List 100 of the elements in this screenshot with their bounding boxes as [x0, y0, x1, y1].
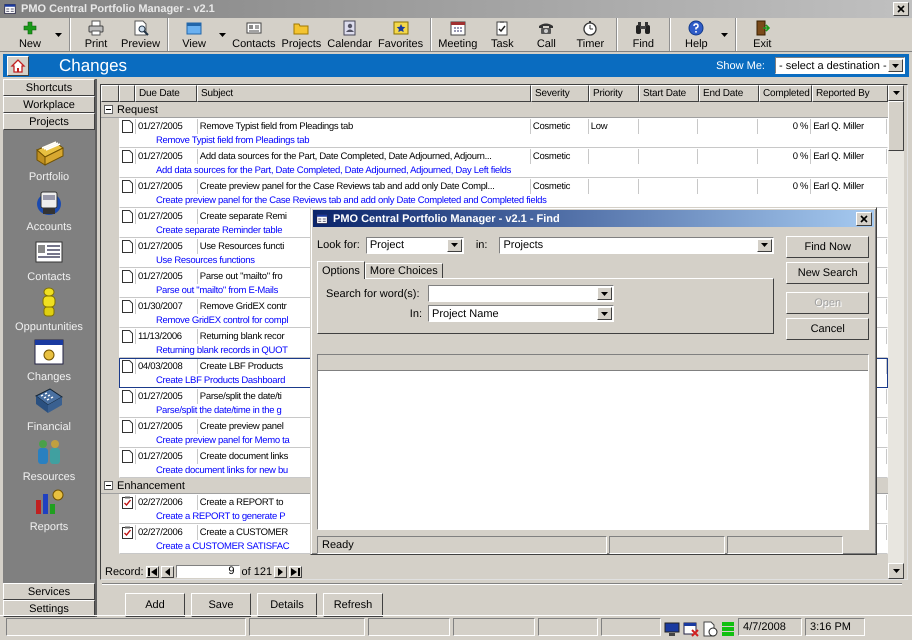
toolbar-button[interactable]: Meeting [435, 18, 480, 51]
dialog-status: Ready [317, 536, 607, 554]
tab[interactable]: Options [317, 261, 365, 280]
toolbar-button[interactable]: Timer [568, 18, 612, 51]
page-magnifier-icon [132, 20, 149, 36]
toolbar-button[interactable]: Favorites [374, 18, 426, 51]
home-button[interactable] [7, 56, 29, 76]
first-record-button[interactable] [146, 566, 159, 578]
caret-icon [721, 32, 728, 36]
description-link[interactable]: Create a REPORT to generate P [156, 510, 286, 523]
search-in-label: In: [408, 308, 422, 320]
document-clock-icon [702, 621, 718, 637]
scrollbar-thumb[interactable] [888, 101, 904, 151]
column-header[interactable]: Due Date [135, 85, 197, 102]
action-button[interactable]: Refresh [323, 593, 383, 617]
show-me-label: Show Me: [716, 60, 765, 72]
toolbar-button[interactable]: Exit [740, 18, 784, 51]
description-link[interactable]: Remove Typist field from Pleadings tab [156, 134, 310, 147]
toolbar-button[interactable]: Preview [118, 18, 164, 51]
toolbar-button[interactable]: Help [674, 18, 718, 51]
record-number-field[interactable]: 9 [176, 565, 240, 578]
dialog-button[interactable]: Find Now [786, 236, 869, 258]
tab[interactable]: More Choices [364, 263, 443, 278]
toolbar-button[interactable]: Contacts [229, 18, 279, 51]
help-icon [688, 20, 704, 36]
description-link[interactable]: Create LBF Products Dashboard [156, 374, 286, 387]
exit-door-icon [754, 20, 770, 36]
close-button[interactable] [893, 2, 909, 16]
table-cell: Cosmetic [532, 121, 570, 132]
column-header[interactable] [101, 85, 119, 102]
table-cell: Parse out "mailto" fro [200, 271, 282, 282]
toolbar-button[interactable]: New [8, 18, 52, 51]
sidebar-tab[interactable]: Workplace [3, 96, 95, 113]
sidebar-tab[interactable]: Shortcuts [3, 79, 95, 96]
toolbar-button[interactable]: Task [480, 18, 524, 51]
table-row[interactable]: 01/27/2005 Remove Typist field from Pleadings tab Cosmetic Low 0 % Earl Q. Miller Remove Typist field from Pleadings tab [119, 118, 888, 148]
previous-record-button[interactable] [160, 566, 174, 578]
collapse-icon[interactable] [104, 481, 113, 490]
column-header[interactable]: Start Date [639, 85, 699, 102]
toolbar-button[interactable]: Find [621, 18, 666, 51]
description-link[interactable]: Create preview panel for the Case Reviews tab and add only Date Completed and Completed fields [156, 194, 547, 207]
caret-icon [219, 32, 226, 36]
last-record-button[interactable] [289, 566, 302, 578]
description-link[interactable]: Add data sources for the Part, Date Completed, Date Adjourned, Adjourned, Day Left fields [156, 164, 512, 177]
table-row[interactable] [119, 178, 888, 208]
description-link[interactable]: Create document links for new bu [156, 464, 288, 477]
toolbar-button[interactable]: Calendar [324, 18, 375, 51]
table-cell: Use Resources functi [200, 241, 284, 252]
scroll-down-button[interactable] [888, 563, 904, 579]
toolbar-button[interactable]: Print [74, 18, 118, 51]
contact-book-icon [342, 20, 358, 36]
description-link[interactable]: Use Resources functions [156, 254, 255, 267]
sidebar-tab[interactable]: Services [3, 583, 95, 600]
description-link[interactable]: Create a CUSTOMER SATISFAC [156, 540, 290, 553]
next-record-button[interactable] [274, 566, 288, 578]
table-cell: 01/27/2005 [138, 121, 182, 132]
table-row[interactable] [119, 148, 888, 178]
toolbar-button[interactable]: Projects [278, 18, 324, 51]
column-header[interactable]: Reported By [812, 85, 888, 102]
description-link[interactable]: Remove GridEX control for compl [156, 314, 288, 327]
dialog-button[interactable]: New Search [786, 262, 869, 284]
destination-dropdown[interactable]: - select a destination - [775, 57, 905, 74]
action-button[interactable]: Add [125, 593, 185, 617]
table-cell: 02/27/2006 [138, 527, 182, 538]
description-link[interactable]: Create preview panel for Memo ta [156, 434, 290, 447]
card-icon [246, 20, 262, 36]
location-dropdown[interactable]: Projects [499, 236, 774, 254]
action-button[interactable]: Details [257, 593, 317, 617]
column-header[interactable]: Severity [531, 85, 589, 102]
skip-back-icon [148, 568, 157, 576]
group-label: Request [117, 104, 158, 116]
in-label: in: [476, 239, 488, 252]
look-for-dropdown[interactable]: Project [366, 236, 464, 254]
status-time: 3:16 PM [805, 618, 865, 636]
collapse-icon[interactable] [104, 105, 113, 114]
description-link[interactable]: Parse/split the date/time in the g [156, 404, 282, 417]
toolbar-button[interactable]: View [172, 18, 216, 51]
column-header[interactable] [119, 85, 135, 102]
scroll-up-button[interactable] [888, 85, 904, 101]
dialog-button[interactable]: Cancel [786, 318, 869, 340]
search-field[interactable] [428, 285, 614, 302]
column-header[interactable]: Subject [197, 85, 531, 102]
table-cell: Earl Q. Miller [813, 181, 864, 192]
caret-icon [892, 64, 899, 68]
field-dropdown[interactable]: Project Name [428, 305, 614, 322]
description-link[interactable]: Create separate Reminder table [156, 224, 282, 237]
close-button[interactable] [856, 212, 872, 226]
record-count: of 121 [242, 566, 272, 578]
sidebar-tab[interactable]: Settings [3, 600, 95, 617]
description-link[interactable]: Returning blank records in QUOT [156, 344, 288, 357]
description-link[interactable]: Parse out "mailto" from E-Mails [156, 284, 278, 297]
column-header[interactable]: Completed [759, 85, 812, 102]
toolbar-button[interactable]: Call [524, 18, 568, 51]
action-button[interactable]: Save [191, 593, 251, 617]
column-header[interactable]: End Date [699, 85, 759, 102]
sidebar-tab[interactable]: Projects [3, 113, 95, 130]
column-header[interactable]: Priority [589, 85, 639, 102]
close-icon [860, 214, 868, 223]
left-triangle-icon [162, 568, 172, 576]
table-cell: 01/27/2005 [138, 271, 182, 282]
